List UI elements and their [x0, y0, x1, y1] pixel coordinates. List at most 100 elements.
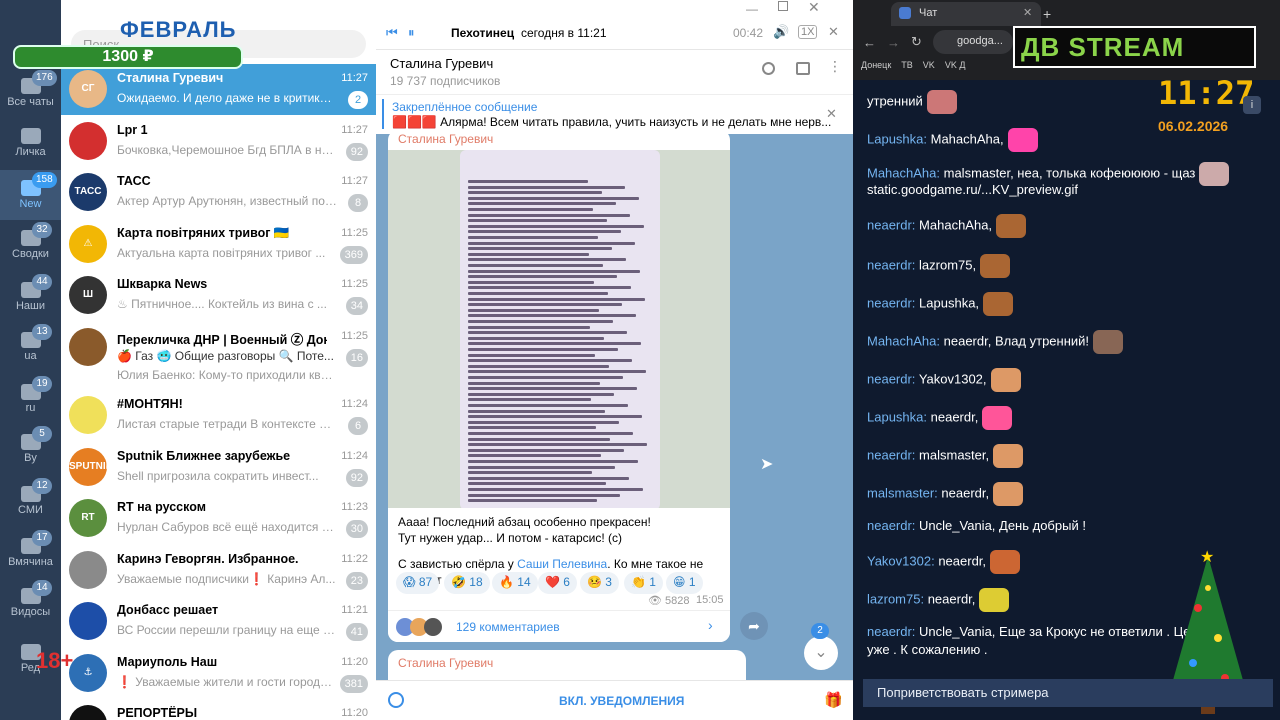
channel-subscribers: 19 737 подписчиков: [390, 74, 501, 88]
chat-username[interactable]: neaerdr:: [867, 371, 915, 386]
folder-5[interactable]: ua 13: [0, 322, 61, 372]
chat-list-item[interactable]: Донбасс решает 11:21 ВС России перешли гра…: [61, 596, 376, 647]
folder-4[interactable]: Наши 44: [0, 272, 61, 322]
post-author[interactable]: Сталина Гуревич: [398, 132, 493, 146]
chat-time: 11:27: [341, 175, 368, 187]
chat-list-item[interactable]: Перекличка ДНР | Военный Ⓩ Дон... 11:25 Юл…: [61, 321, 376, 390]
reaction-chip[interactable]: 👏 1: [624, 572, 663, 594]
pause-icon[interactable]: ⏸: [408, 25, 415, 41]
chat-list-item[interactable]: РЕПОРТЁРЫ 11:20: [61, 699, 376, 720]
folder-10[interactable]: Видосы 14: [0, 578, 61, 628]
author-link[interactable]: Саши Пелевина: [517, 557, 607, 571]
folder-2[interactable]: New 158: [0, 170, 61, 220]
unread-badge: 2: [811, 623, 829, 639]
sidebar-toggle-icon[interactable]: [796, 62, 810, 75]
folder-7[interactable]: By 5: [0, 424, 61, 474]
channel-header[interactable]: Сталина Гуревич 19 737 подписчиков ⋮: [376, 50, 853, 94]
close-player-icon[interactable]: ✕: [828, 24, 839, 40]
chat-list-item[interactable]: ⚠ Карта повітряних тривог 🇺🇦 11:25 Актуальн…: [61, 218, 376, 270]
reaction-chip[interactable]: 🤒 3: [580, 572, 619, 594]
text-line: [468, 247, 612, 251]
speed-button[interactable]: 1X: [798, 25, 818, 39]
chat-username[interactable]: neaerdr:: [867, 518, 915, 533]
text-line: [468, 420, 619, 424]
folder-1[interactable]: Личка: [0, 118, 61, 168]
reload-icon[interactable]: ↻: [911, 34, 922, 50]
folder-0[interactable]: Все чаты 176: [0, 68, 61, 118]
chat-list-item[interactable]: #МОНТЯН! 11:24 Листая старые тетради В кон…: [61, 390, 376, 441]
chat-list-item[interactable]: Lpr 1 11:27 Бочковка,Черемошное Бгд БПЛА в…: [61, 115, 376, 167]
folder-9[interactable]: Вмячина 17: [0, 528, 61, 578]
text-line: [468, 241, 635, 245]
chat-username[interactable]: Yakov1302:: [867, 553, 935, 568]
chat-username[interactable]: neaerdr:: [867, 257, 915, 272]
bookmark-item[interactable]: VK: [923, 60, 935, 70]
minimize-icon[interactable]: —: [746, 2, 758, 16]
chat-username[interactable]: lazrom75:: [867, 591, 924, 606]
close-pinned-icon[interactable]: ✕: [826, 106, 837, 122]
chat-text: MahachAha,: [930, 131, 1004, 147]
folder-6[interactable]: ru 19: [0, 374, 61, 424]
chat-username[interactable]: Lapushka:: [867, 409, 927, 424]
chat-list-item[interactable]: RT RT на русском 11:23 Нурлан Сабуров всё е…: [61, 493, 376, 544]
chat-username[interactable]: neaerdr:: [867, 217, 915, 232]
bookmark-item[interactable]: Донецк: [861, 60, 891, 70]
chat-list-item[interactable]: Каринэ Геворгян. Избранное. 11:22 Уважаемы…: [61, 544, 376, 596]
chat-time: 11:25: [341, 226, 368, 239]
logo-text: ДВ STREAM: [1021, 32, 1185, 62]
chat-list-item[interactable]: ⚓ Мариуполь Наш 11:20 ❗ Уважаемые жители и …: [61, 647, 376, 699]
chat-username[interactable]: MahachAha:: [867, 165, 940, 180]
bookmark-item[interactable]: VK Д: [945, 60, 966, 70]
browser-tab[interactable]: Чат ✕: [891, 2, 1041, 26]
unread-count: 2: [348, 91, 368, 109]
share-icon[interactable]: ➦: [740, 612, 768, 640]
close-icon[interactable]: ✕: [808, 0, 820, 16]
pinned-message[interactable]: Закреплённое сообщение 🟥🟥🟥 Алярма! Всем …: [376, 94, 853, 134]
scroll-down-button[interactable]: ⌄: [804, 636, 838, 670]
discussion-icon[interactable]: [388, 692, 404, 708]
forward-icon[interactable]: →: [887, 35, 900, 50]
gift-icon[interactable]: 🎁: [824, 691, 843, 709]
notifications-button[interactable]: ВКЛ. УВЕДОМЛЕНИЯ: [559, 694, 684, 708]
text-line: [468, 460, 638, 463]
folder-3[interactable]: Сводки 32: [0, 220, 61, 270]
chat-time: 11:24: [341, 449, 368, 462]
address-bar[interactable]: goodga...: [933, 30, 1013, 54]
reaction-chip[interactable]: 🤣 18: [444, 572, 490, 594]
greet-streamer-button[interactable]: Поприветствовать стримера: [863, 679, 1273, 707]
reaction-chip[interactable]: 😁 1: [666, 572, 703, 594]
back-icon[interactable]: ←: [863, 35, 876, 50]
chat-username[interactable]: Lapushka:: [867, 131, 927, 146]
chat-username[interactable]: malsmaster:: [867, 485, 938, 500]
folder-8[interactable]: СМИ 12: [0, 476, 61, 526]
bookmarks-bar: Донецк ТВ VK VK Д: [861, 60, 1021, 76]
info-icon[interactable]: i: [1243, 96, 1261, 114]
mouse-cursor: ➤: [760, 456, 774, 473]
chat-username[interactable]: neaerdr:: [867, 447, 915, 462]
reaction-chip[interactable]: ❤️ 6: [538, 572, 577, 594]
prev-track-icon[interactable]: ⏮: [386, 25, 398, 41]
chat-list-item[interactable]: SPUTNIK Sputnik Ближнее зарубежье 11:24 She…: [61, 441, 376, 493]
post-line-2: Тут нужен удар... И потом - катарсис! (с…: [398, 531, 623, 545]
text-line: [468, 398, 591, 402]
forum-topics[interactable]: 🍎 Газ 🥶 Общие разговоры 🔍 Поте...: [117, 349, 337, 363]
comments-bar[interactable]: 129 комментариев ›: [388, 610, 730, 642]
reaction-chip[interactable]: 🔥 14: [492, 572, 538, 594]
volume-icon[interactable]: 🔊: [773, 24, 789, 40]
chat-list-item[interactable]: ТАСС ТАСС 11:27 Актер Артур Арутюнян, извес…: [61, 167, 376, 218]
emote-icon: [990, 550, 1021, 574]
bookmark-item[interactable]: ТВ: [901, 60, 913, 70]
tab-close-icon[interactable]: ✕: [1023, 6, 1032, 19]
new-tab-icon[interactable]: +: [1043, 6, 1051, 22]
next-post-author[interactable]: Сталина Гуревич: [398, 656, 493, 670]
search-icon[interactable]: [762, 62, 775, 75]
maximize-icon[interactable]: [778, 1, 788, 11]
reaction-chip[interactable]: 😱 87: [396, 572, 440, 594]
chat-username[interactable]: neaerdr:: [867, 295, 915, 310]
chat-username[interactable]: neaerdr:: [867, 624, 915, 639]
chat-username[interactable]: MahachAha:: [867, 333, 940, 348]
more-icon[interactable]: ⋮: [828, 58, 842, 75]
chat-list-item[interactable]: Ш Шкварка News 11:25 ♨ Пятничное.... Коктей…: [61, 270, 376, 321]
folder-rail: Все чаты 176 Личка New 158 Сводки 32 Наши 44 ua 13…: [0, 0, 61, 720]
chat-avatar: ТАСС: [69, 173, 107, 211]
